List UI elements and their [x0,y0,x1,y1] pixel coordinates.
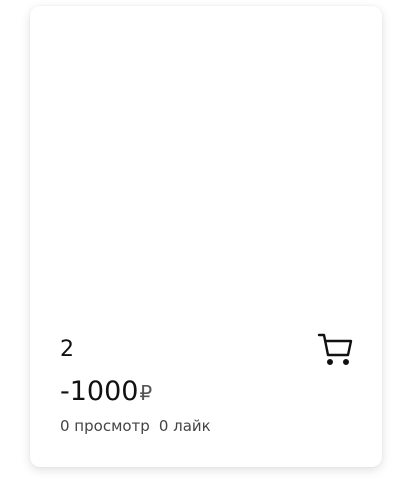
product-image[interactable] [30,6,382,324]
likes-count: 0 лайк [158,417,211,435]
shopping-cart-icon [317,333,353,366]
price: -1000₽ [60,376,152,411]
price-value: -1000 [60,376,139,407]
currency-symbol: ₽ [139,381,153,405]
add-to-cart-button[interactable] [315,329,355,369]
product-title: 2 [60,337,74,362]
product-card[interactable]: 2 -1000₽ 0 просмотр 0 лайк [30,6,382,467]
product-stats: 0 просмотр 0 лайк [60,416,220,436]
views-count: 0 просмотр [60,417,150,435]
